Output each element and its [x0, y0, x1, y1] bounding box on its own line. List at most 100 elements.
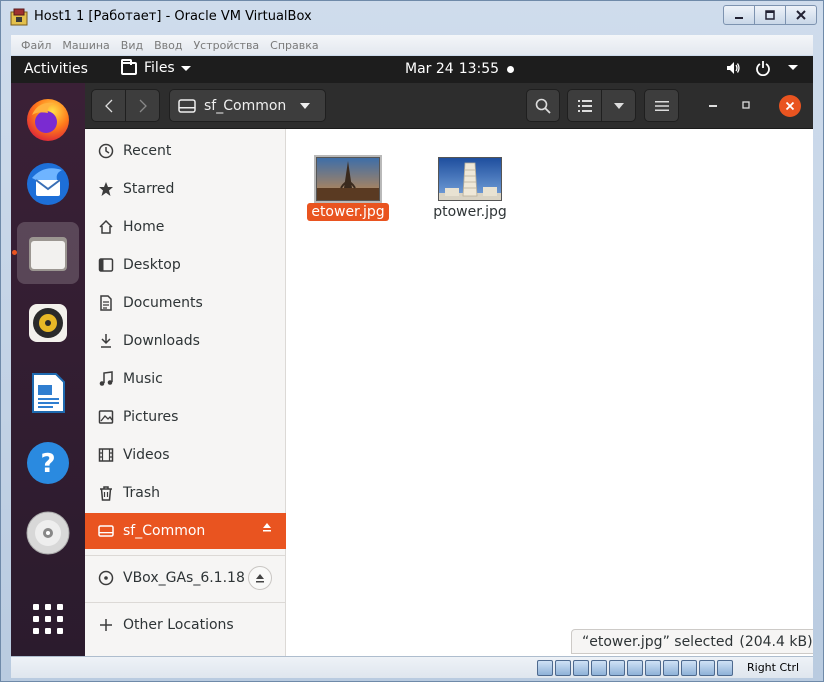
sidebar-device-vbox-gas[interactable]: VBox_GAs_6.1.18 [85, 560, 286, 596]
dock-help[interactable]: ? [17, 432, 79, 494]
host-titlebar: Host1 1 [Работает] - Oracle VM VirtualBo… [1, 1, 823, 33]
sidebar-item-downloads[interactable]: Downloads [85, 323, 286, 359]
back-button[interactable] [91, 89, 126, 122]
clock[interactable]: Mar 24 13:55 [405, 61, 504, 77]
mouse-integration-icon[interactable] [699, 660, 715, 676]
host-minimize-button[interactable] [723, 5, 755, 25]
optical-drive-icon[interactable] [555, 660, 571, 676]
host-menu-machine[interactable]: Машина [62, 39, 109, 52]
usb-icon[interactable] [609, 660, 625, 676]
file-item[interactable]: etower.jpg [300, 155, 396, 221]
sidebar-item-sf-common[interactable]: sf_Common [85, 513, 286, 549]
download-icon [97, 332, 115, 350]
dock-firefox[interactable] [17, 88, 79, 150]
search-button[interactable] [526, 89, 560, 122]
forward-button[interactable] [125, 89, 160, 122]
list-view-icon [577, 99, 592, 112]
sidebar-item-label: Desktop [123, 257, 181, 273]
sidebar-item-starred[interactable]: Starred [85, 171, 286, 207]
guest-display[interactable]: Activities Files Mar 24 13:55 ? sf_Commo… [11, 56, 813, 656]
volume-icon [725, 60, 741, 76]
maximize-icon [742, 101, 750, 109]
view-options-button[interactable] [601, 89, 636, 122]
eject-button[interactable] [248, 566, 272, 590]
sidebar-item-desktop[interactable]: Desktop [85, 247, 286, 283]
video-capture-icon[interactable] [663, 660, 679, 676]
host-key-label: Right Ctrl [747, 661, 800, 674]
chevron-down-icon [785, 60, 801, 76]
dock-show-applications[interactable] [17, 588, 79, 650]
host-menu-file[interactable]: Файл [21, 39, 51, 52]
system-menu[interactable] [725, 60, 801, 76]
hard-disk-icon[interactable] [537, 660, 553, 676]
search-icon [535, 98, 551, 114]
floating-status-bar: “etower.jpg” selected (204.4 kB) [571, 629, 813, 654]
sidebar: Recent Starred Home Desktop Documents Do… [85, 129, 286, 656]
eject-icon [256, 574, 264, 583]
eject-icon[interactable] [262, 522, 272, 535]
list-view-button[interactable] [567, 89, 602, 122]
sidebar-item-other-locations[interactable]: Other Locations [85, 607, 286, 643]
plus-icon [97, 616, 115, 634]
minimize-button[interactable] [709, 105, 717, 107]
sidebar-item-pictures[interactable]: Pictures [85, 399, 286, 435]
chevron-down-icon [613, 102, 624, 109]
sidebar-item-music[interactable]: Music [85, 361, 286, 397]
file-view[interactable]: etower.jpg ptower.jpg [286, 129, 813, 656]
notification-dot-icon [507, 66, 514, 73]
gnome-top-bar: Activities Files Mar 24 13:55 [11, 56, 813, 83]
sidebar-separator [85, 555, 286, 556]
maximize-button[interactable] [741, 100, 751, 110]
virtualbox-icon [10, 8, 28, 26]
audio-icon[interactable] [573, 660, 589, 676]
shared-folders-icon[interactable] [627, 660, 643, 676]
picture-icon [97, 408, 115, 426]
rhythmbox-icon [29, 304, 67, 342]
music-icon [97, 370, 115, 388]
chevron-down-icon [180, 65, 191, 71]
keyboard-capture-icon[interactable] [717, 660, 733, 676]
trash-icon [97, 484, 115, 502]
host-maximize-button[interactable] [754, 5, 786, 25]
dock-dvd[interactable] [17, 502, 79, 564]
help-icon: ? [27, 442, 69, 484]
dock-rhythmbox[interactable] [17, 292, 79, 354]
virtualbox-window: Host1 1 [Работает] - Oracle VM VirtualBo… [0, 0, 824, 682]
close-button[interactable] [779, 95, 801, 117]
image-thumbnail [314, 155, 382, 203]
document-icon [97, 294, 115, 312]
sidebar-item-recent[interactable]: Recent [85, 133, 286, 169]
sidebar-item-documents[interactable]: Documents [85, 285, 286, 321]
sidebar-item-trash[interactable]: Trash [85, 475, 286, 511]
sidebar-item-label: Trash [123, 485, 160, 501]
drive-icon [178, 98, 196, 113]
sidebar-separator [85, 602, 286, 603]
dock-files[interactable] [17, 222, 79, 284]
sidebar-item-videos[interactable]: Videos [85, 437, 286, 473]
chevron-left-icon [104, 99, 112, 112]
network-icon[interactable] [591, 660, 607, 676]
display-icon[interactable] [645, 660, 661, 676]
path-label: sf_Common [204, 97, 287, 114]
host-menu-view[interactable]: Вид [121, 39, 143, 52]
host-close-button[interactable] [785, 5, 817, 25]
path-bar-button[interactable]: sf_Common [169, 89, 326, 122]
sidebar-item-home[interactable]: Home [85, 209, 286, 245]
clock-time: 13:55 [458, 61, 500, 77]
app-menu-files[interactable]: Files [121, 58, 191, 76]
video-icon [97, 446, 115, 464]
sidebar-item-label: Recent [123, 143, 172, 159]
vt-x-icon[interactable] [681, 660, 697, 676]
thunderbird-icon [27, 163, 69, 205]
main-menu-button[interactable] [644, 89, 679, 122]
file-item[interactable]: ptower.jpg [422, 157, 518, 221]
host-menu-devices[interactable]: Устройства [193, 39, 259, 52]
chevron-down-icon [300, 102, 311, 109]
host-menu-help[interactable]: Справка [270, 39, 318, 52]
dock-thunderbird[interactable] [17, 153, 79, 215]
dock: ? [11, 83, 85, 656]
image-thumbnail [438, 157, 502, 201]
host-menu-input[interactable]: Ввод [154, 39, 182, 52]
dock-libreoffice-writer[interactable] [17, 362, 79, 424]
activities-button[interactable]: Activities [24, 61, 88, 77]
